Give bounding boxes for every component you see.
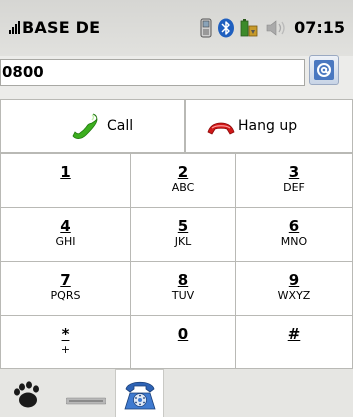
address-book-icon bbox=[314, 60, 334, 80]
dialer-task[interactable] bbox=[115, 369, 164, 417]
phone-icon[interactable] bbox=[200, 18, 212, 38]
phone-number-input[interactable]: 0800 bbox=[0, 59, 305, 86]
key-digit: 7 bbox=[60, 271, 71, 289]
telephone-icon bbox=[124, 381, 156, 410]
key-digit: 4 bbox=[60, 217, 71, 235]
key-letters: + bbox=[60, 343, 71, 356]
key-3[interactable]: 3 DEF bbox=[236, 154, 353, 208]
key-digit: 6 bbox=[288, 217, 300, 235]
key-star[interactable]: * + bbox=[1, 316, 131, 369]
battery-icon[interactable] bbox=[239, 18, 259, 38]
hang-up-icon bbox=[207, 122, 235, 135]
key-1[interactable]: 1 bbox=[1, 154, 131, 208]
taskbar bbox=[0, 369, 353, 417]
key-digit: # bbox=[287, 325, 301, 343]
key-digit: 9 bbox=[288, 271, 300, 289]
key-letters: JKL bbox=[174, 235, 192, 248]
key-letters: PQRS bbox=[50, 289, 81, 302]
hang-up-button[interactable]: Hang up bbox=[185, 99, 353, 153]
key-digit: 0 bbox=[177, 325, 189, 343]
key-digit: 8 bbox=[177, 271, 189, 289]
key-letters: WXYZ bbox=[277, 289, 311, 302]
key-9[interactable]: 9 WXYZ bbox=[236, 262, 353, 316]
signal-icon bbox=[9, 21, 20, 34]
key-digit: 3 bbox=[288, 163, 300, 181]
key-letters: DEF bbox=[283, 181, 305, 194]
key-digit: 1 bbox=[60, 163, 71, 181]
bluetooth-icon[interactable] bbox=[217, 18, 235, 38]
key-digit: 5 bbox=[177, 217, 189, 235]
key-hash[interactable]: # bbox=[236, 316, 353, 369]
volume-icon[interactable] bbox=[264, 18, 288, 38]
keyboard-icon bbox=[66, 397, 106, 405]
key-2[interactable]: 2 ABC bbox=[131, 154, 236, 208]
call-controls: Call Hang up bbox=[0, 99, 353, 153]
key-6[interactable]: 6 MNO bbox=[236, 208, 353, 262]
dial-pad: 1 2 ABC 3 DEF 4 GHI 5 JKL 6 MNO 7 PQRS 8… bbox=[0, 153, 353, 369]
foot-icon bbox=[14, 381, 39, 408]
key-letters: MNO bbox=[280, 235, 308, 248]
clock: 07:15 bbox=[294, 18, 345, 37]
key-5[interactable]: 5 JKL bbox=[131, 208, 236, 262]
status-bar: BASE DE 07:15 bbox=[0, 0, 353, 56]
contacts-button[interactable] bbox=[309, 55, 339, 85]
hang-up-label: Hang up bbox=[238, 118, 298, 134]
key-4[interactable]: 4 GHI bbox=[1, 208, 131, 262]
key-8[interactable]: 8 TUV bbox=[131, 262, 236, 316]
key-0[interactable]: 0 bbox=[131, 316, 236, 369]
key-digit: 2 bbox=[177, 163, 189, 181]
key-letters: ABC bbox=[171, 181, 195, 194]
call-label: Call bbox=[107, 118, 134, 134]
key-digit: * bbox=[61, 325, 70, 343]
key-7[interactable]: 7 PQRS bbox=[1, 262, 131, 316]
key-letters: TUV bbox=[171, 289, 195, 302]
key-letters: GHI bbox=[55, 235, 76, 248]
menu-button[interactable] bbox=[10, 369, 44, 417]
keyboard-button[interactable] bbox=[64, 369, 110, 417]
call-button[interactable]: Call bbox=[0, 99, 185, 153]
carrier-name: BASE DE bbox=[22, 18, 101, 37]
call-icon bbox=[72, 113, 98, 139]
